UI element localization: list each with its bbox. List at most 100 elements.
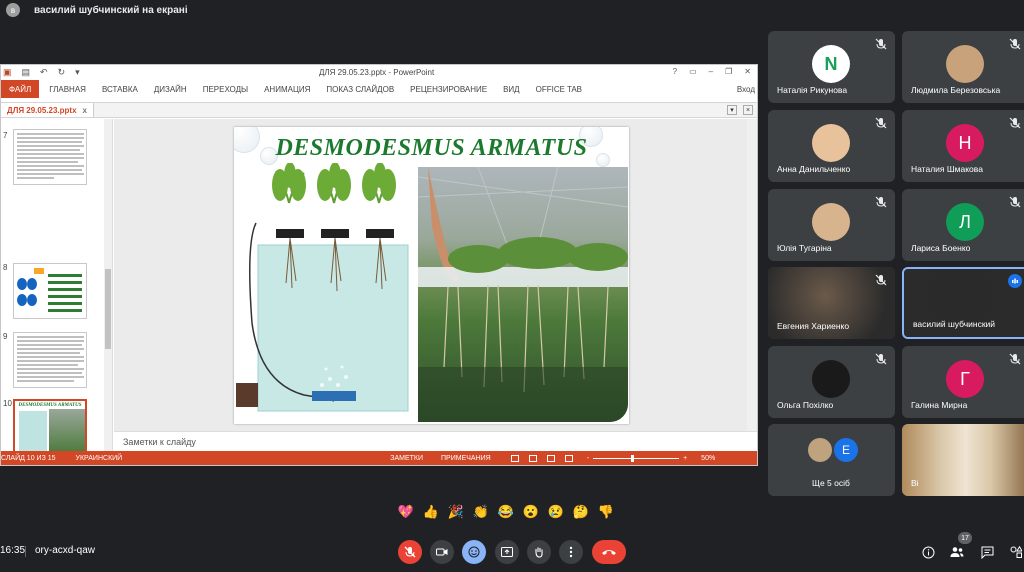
- tab-insert[interactable]: ВСТАВКА: [102, 85, 138, 94]
- customize-icon[interactable]: ▾: [75, 67, 80, 78]
- slideshow-icon[interactable]: [564, 454, 573, 462]
- participant-name: Ще 5 осіб: [812, 478, 850, 488]
- meeting-details-button[interactable]: [920, 544, 936, 560]
- participant-name: Евгения Хариенко: [777, 321, 850, 331]
- chat-button[interactable]: [979, 544, 995, 560]
- tab-slideshow[interactable]: ПОКАЗ СЛАЙДОВ: [326, 85, 394, 94]
- reaction-heart[interactable]: 💖: [397, 504, 415, 520]
- participant-tile[interactable]: Ольга Похілко: [768, 346, 895, 418]
- participant-avatar: [812, 203, 850, 241]
- reaction-thumbs-down[interactable]: 👎: [597, 504, 615, 520]
- participant-avatar: [808, 438, 832, 462]
- current-slide[interactable]: DESMODESMUS ARMATUS: [234, 127, 629, 424]
- participant-tile[interactable]: N Наталія Рикунова: [768, 31, 895, 103]
- reaction-thumbs-up[interactable]: 👍: [422, 504, 440, 520]
- minimize-icon[interactable]: –: [709, 67, 713, 76]
- camera-toggle-button[interactable]: [430, 540, 454, 564]
- redo-icon[interactable]: ↻: [58, 67, 66, 78]
- normal-view-icon[interactable]: [510, 454, 519, 462]
- people-button[interactable]: [949, 544, 965, 560]
- emoji-icon: [468, 546, 480, 558]
- tab-close-icon[interactable]: ×: [743, 105, 753, 115]
- tab-transitions[interactable]: ПЕРЕХОДЫ: [203, 85, 248, 94]
- participant-avatar: E: [834, 438, 858, 462]
- end-call-button[interactable]: [592, 540, 626, 564]
- mic-toggle-button[interactable]: [398, 540, 422, 564]
- reaction-clap[interactable]: 👏: [472, 504, 490, 520]
- activities-button[interactable]: [1008, 544, 1024, 560]
- slide-sorter-icon[interactable]: [528, 454, 537, 462]
- tab-review[interactable]: РЕЦЕНЗИРОВАНИЕ: [410, 85, 487, 94]
- slide-thumb-8[interactable]: [13, 263, 87, 319]
- participant-tile[interactable]: Ві: [902, 424, 1024, 496]
- presenter-avatar: в: [6, 3, 20, 17]
- slide-thumb-10[interactable]: DESMODESMUS ARMATUS: [13, 399, 87, 452]
- participant-name: Ольга Похілко: [777, 400, 834, 410]
- thumbnails-scroll-thumb[interactable]: [105, 269, 111, 349]
- hand-icon: [535, 547, 543, 558]
- notes-pane[interactable]: Заметки к слайду: [114, 431, 757, 451]
- effects-button[interactable]: [462, 540, 486, 564]
- language-indicator[interactable]: УКРАИНСКИЙ: [76, 455, 123, 462]
- tab-file[interactable]: ФАЙЛ: [1, 80, 40, 98]
- thumb-photo: [49, 409, 85, 452]
- document-tab[interactable]: ДЛЯ 29.05.23.pptx x: [1, 103, 94, 117]
- participant-tile[interactable]: Евгения Хариенко: [768, 267, 895, 339]
- document-tab-label: ДЛЯ 29.05.23.pptx: [7, 105, 77, 115]
- maximize-icon[interactable]: ❐: [725, 67, 732, 76]
- undo-icon[interactable]: ↶: [40, 67, 48, 78]
- present-button[interactable]: [495, 540, 519, 564]
- participant-tile[interactable]: Людмила Березовська: [902, 31, 1024, 103]
- reaction-laugh[interactable]: 😂: [497, 504, 515, 520]
- login-link[interactable]: Вход: [737, 85, 755, 94]
- slide-thumb-7[interactable]: [13, 129, 87, 185]
- thumbnails-scrollbar[interactable]: [104, 119, 112, 452]
- thumb-hydroponic-diagram: [19, 411, 47, 451]
- slide-thumb-9[interactable]: [13, 332, 87, 388]
- presenter-bar: в василий шубчинский на екрані: [0, 0, 1024, 20]
- zoom-in-button[interactable]: +: [683, 455, 687, 462]
- participant-tile[interactable]: Л Лариса Боенко: [902, 189, 1024, 261]
- ribbon-tabs: ФАЙЛ ГЛАВНАЯ ВСТАВКА ДИЗАЙН ПЕРЕХОДЫ АНИ…: [1, 80, 757, 98]
- speaking-indicator-icon: [1008, 274, 1022, 288]
- tab-home[interactable]: ГЛАВНАЯ: [49, 85, 86, 94]
- reaction-party[interactable]: 🎉: [447, 504, 465, 520]
- tab-office-tab[interactable]: OFFICE TAB: [536, 85, 582, 94]
- reaction-thinking[interactable]: 🤔: [572, 504, 590, 520]
- mic-off-icon: [875, 38, 887, 50]
- ribbon-display-icon[interactable]: ▭: [689, 67, 697, 76]
- participant-tile[interactable]: василий шубчинский: [902, 267, 1024, 339]
- tab-view[interactable]: ВИД: [503, 85, 520, 94]
- mic-off-icon: [1009, 196, 1021, 208]
- participant-tile[interactable]: Н Наталия Шмакова: [902, 110, 1024, 182]
- window-title: ДЛЯ 29.05.23.pptx - PowerPoint: [319, 68, 435, 77]
- tab-list-icon[interactable]: ▾: [727, 105, 737, 115]
- notes-toggle[interactable]: ЗАМЕТКИ: [390, 455, 423, 462]
- more-options-button[interactable]: [559, 540, 583, 564]
- slide-scrollbar[interactable]: [747, 119, 757, 431]
- participant-tile[interactable]: Юлія Тугаріна: [768, 189, 895, 261]
- zoom-out-button[interactable]: -: [587, 455, 589, 462]
- ppt-title-bar: ▣ ▤ ↶ ↻ ▾ ДЛЯ 29.05.23.pptx - PowerPoint…: [1, 65, 757, 80]
- participant-tile[interactable]: Г Галина Мирна: [902, 346, 1024, 418]
- zoom-level[interactable]: 50%: [701, 455, 715, 462]
- comments-toggle[interactable]: ПРИМЕЧАНИЯ: [441, 455, 491, 462]
- document-tab-close-icon[interactable]: x: [83, 106, 87, 115]
- tab-animation[interactable]: АНИМАЦИЯ: [264, 85, 310, 94]
- reaction-surprised[interactable]: 😮: [522, 504, 540, 520]
- tab-design[interactable]: ДИЗАЙН: [154, 85, 187, 94]
- close-icon[interactable]: ✕: [744, 67, 751, 76]
- reaction-sad[interactable]: 😢: [547, 504, 565, 520]
- participant-tile[interactable]: E Ще 5 осіб: [768, 424, 895, 496]
- participant-name: Наталія Рикунова: [777, 85, 848, 95]
- help-button[interactable]: ?: [673, 67, 677, 76]
- slide-editor: DESMODESMUS ARMATUS: [114, 119, 757, 431]
- zoom-slider-thumb[interactable]: [631, 454, 635, 462]
- save-icon[interactable]: ▤: [22, 67, 31, 78]
- zoom-slider[interactable]: [593, 454, 680, 462]
- raise-hand-button[interactable]: [527, 540, 551, 564]
- shared-screen: ▣ ▤ ↶ ↻ ▾ ДЛЯ 29.05.23.pptx - PowerPoint…: [0, 64, 758, 466]
- participant-name: Ві: [911, 478, 919, 488]
- reading-view-icon[interactable]: [546, 454, 555, 462]
- participant-tile[interactable]: Анна Данильченко: [768, 110, 895, 182]
